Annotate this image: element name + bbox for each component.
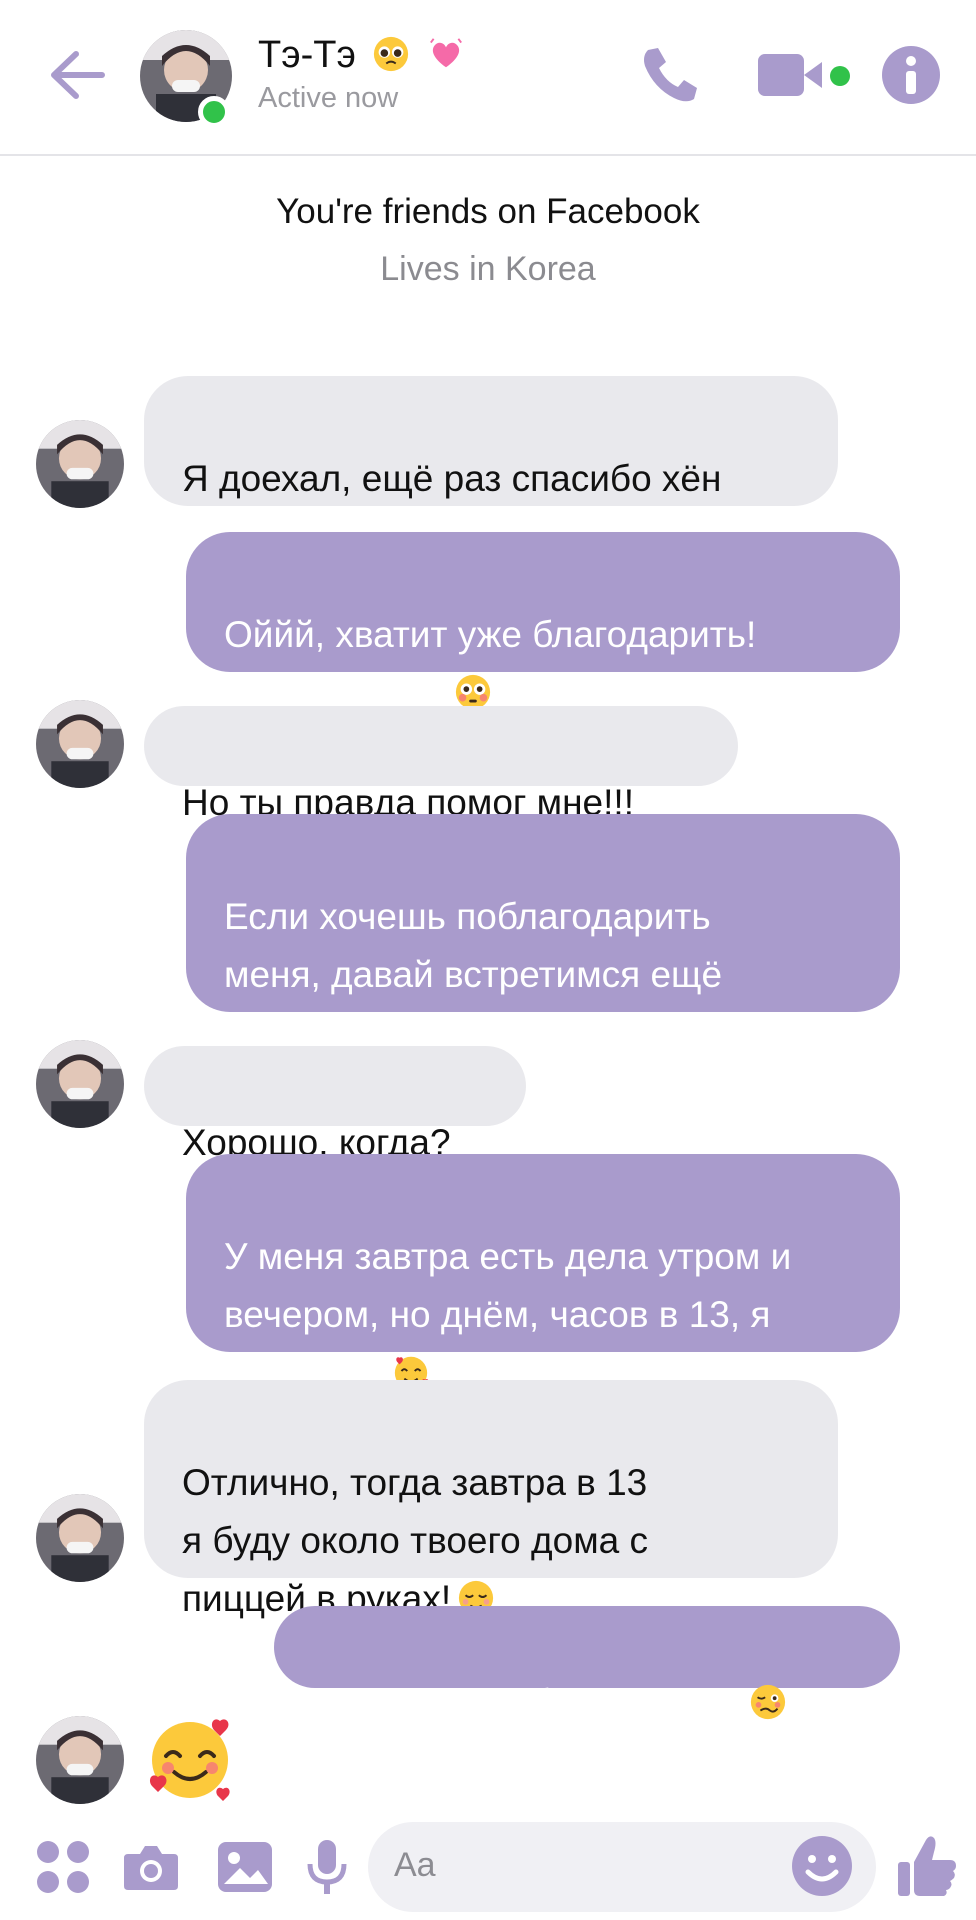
- phone-icon[interactable]: [636, 42, 702, 108]
- video-online-dot: [830, 66, 850, 86]
- message-bubble-incoming[interactable]: Хорошо, когда?: [144, 1046, 526, 1163]
- emoji-picker-icon[interactable]: [790, 1834, 854, 1898]
- message-text: Отлично, тогда завтра в 13 я буду около …: [182, 1462, 648, 1619]
- message-bubble-incoming[interactable]: Отлично, тогда завтра в 13 я буду около …: [144, 1380, 838, 1619]
- online-indicator: [198, 96, 230, 128]
- thumbs-up-like-icon[interactable]: [896, 1832, 958, 1900]
- contact-avatar-small[interactable]: [36, 1494, 124, 1582]
- camera-icon[interactable]: [122, 1838, 180, 1896]
- message-bubble-incoming[interactable]: Я доехал, ещё раз спасибо хён: [144, 376, 838, 605]
- message-text: Знаешь, как благодарить: [312, 1682, 744, 1723]
- contact-avatar-small[interactable]: [36, 1040, 124, 1128]
- message-input-placeholder: Aa: [394, 1846, 436, 1884]
- microphone-icon[interactable]: [298, 1838, 356, 1896]
- smiling-face-with-hearts-emoji-icon[interactable]: [144, 1712, 236, 1804]
- lives-in-text: Lives in Korea: [380, 250, 596, 288]
- message-bubble-outgoing[interactable]: У меня завтра есть дела утром и вечером,…: [186, 1154, 900, 1393]
- message-bubble-incoming[interactable]: Но ты правда помог мне!!!: [144, 706, 738, 823]
- message-bubble-outgoing[interactable]: Оййй, хватит уже благодарить! Это смущае…: [186, 532, 900, 713]
- message-bubble-outgoing[interactable]: Знаешь, как благодарить: [274, 1606, 900, 1723]
- back-arrow-icon[interactable]: [46, 44, 108, 106]
- message-bubble-outgoing[interactable]: Если хочешь поблагодарить меня, давай вс…: [186, 814, 900, 1053]
- contact-avatar-small[interactable]: [36, 420, 124, 508]
- chat-header: Тэ-Тэ Active now: [0, 0, 976, 156]
- more-apps-icon[interactable]: [34, 1838, 92, 1896]
- sparkling-heart-emoji-icon: [430, 38, 462, 68]
- friends-on-facebook-text: You're friends on Facebook: [276, 192, 700, 231]
- info-icon[interactable]: [880, 42, 942, 108]
- message-text: Если хочешь поблагодарить меня, давай вс…: [224, 896, 723, 1053]
- message-text: У меня завтра есть дела утром и вечером,…: [224, 1236, 792, 1393]
- woozy-face-emoji-icon: [751, 1684, 786, 1720]
- presence-status: Active now: [258, 82, 399, 114]
- message-text: Я доехал, ещё раз спасибо хён: [182, 458, 722, 499]
- contact-avatar-small[interactable]: [36, 700, 124, 788]
- pleading-face-emoji-icon: [374, 36, 409, 72]
- gallery-image-icon[interactable]: [216, 1838, 274, 1896]
- contact-avatar-small[interactable]: [36, 1716, 124, 1804]
- contact-name: Тэ-Тэ: [258, 34, 465, 77]
